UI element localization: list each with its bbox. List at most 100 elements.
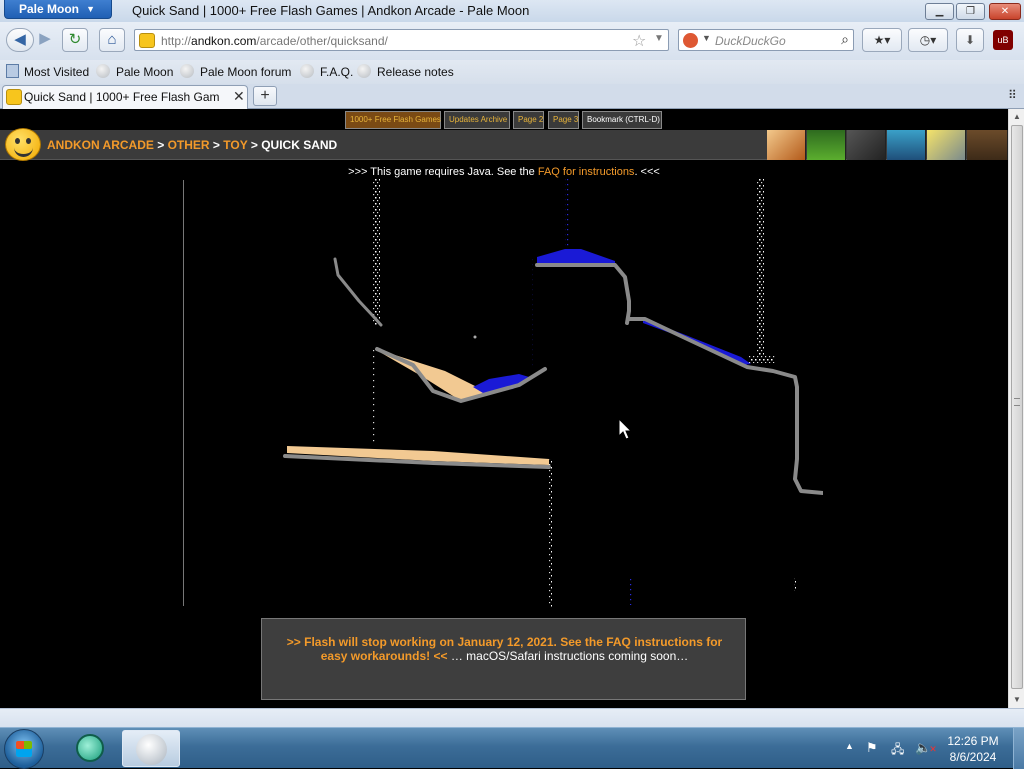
volume-muted-icon[interactable]: 🔈✕ bbox=[915, 740, 937, 756]
home-icon: ⌂ bbox=[107, 31, 117, 48]
history-menu-button[interactable]: ◷▾ bbox=[908, 28, 948, 52]
java-notice: >>> This game requires Java. See the FAQ… bbox=[0, 166, 1008, 178]
site-favicon-icon bbox=[139, 33, 155, 48]
maximize-button[interactable]: ❐ bbox=[956, 3, 985, 20]
breadcrumb: ANDKON ARCADE > OTHER > TOY > QUICK SAND bbox=[47, 138, 337, 152]
show-desktop-button[interactable] bbox=[1013, 728, 1024, 769]
history-clock-icon: ◷▾ bbox=[919, 33, 937, 47]
scroll-up-icon[interactable]: ▲ bbox=[1009, 109, 1024, 125]
home-button[interactable]: ⌂ bbox=[99, 28, 125, 52]
bookmark-label: Pale Moon forum bbox=[200, 65, 292, 79]
flash-notice-extra: … macOS/Safari instructions coming soon… bbox=[447, 649, 689, 663]
bookmark-label: Pale Moon bbox=[116, 65, 174, 79]
taskbar-clock[interactable]: 12:26 PM 8/6/2024 bbox=[935, 733, 1011, 765]
game-thumbnail[interactable] bbox=[767, 130, 806, 160]
quick-sand-game-canvas[interactable] bbox=[183, 179, 823, 607]
bookmark-release-notes[interactable]: Release notes bbox=[357, 64, 454, 79]
ublock-button[interactable]: uB bbox=[990, 28, 1016, 52]
search-placeholder: DuckDuckGo bbox=[715, 34, 786, 48]
game-thumbnail[interactable] bbox=[847, 130, 886, 160]
close-window-button[interactable]: ✕ bbox=[989, 3, 1021, 20]
bookmark-most-visited[interactable]: Most Visited bbox=[6, 64, 89, 79]
chevron-down-icon: ▼ bbox=[86, 4, 95, 14]
most-visited-icon bbox=[6, 64, 19, 78]
url-bar[interactable]: http://andkon.com/arcade/other/quicksand… bbox=[134, 29, 669, 51]
breadcrumb-toy[interactable]: TOY bbox=[223, 138, 247, 152]
nav-free-flash-games[interactable]: 1000+ Free Flash Games bbox=[345, 111, 441, 129]
clock-date: 8/6/2024 bbox=[949, 750, 997, 764]
downloads-button[interactable]: ⬇ bbox=[956, 28, 984, 52]
game-thumbnail[interactable] bbox=[807, 130, 846, 160]
vertical-scrollbar[interactable]: ▲ ▼ bbox=[1008, 109, 1024, 708]
sand-stream bbox=[373, 179, 380, 325]
minimize-button[interactable]: ▁ bbox=[925, 3, 954, 20]
bookmarks-toolbar: Most Visited Pale Moon Pale Moon forum F… bbox=[0, 60, 1024, 84]
taskbar-app-button[interactable] bbox=[64, 730, 118, 767]
tab-quick-sand[interactable]: Quick Sand | 1000+ Free Flash Games | An… bbox=[2, 85, 248, 109]
water-stream bbox=[532, 257, 534, 369]
url-dropdown-icon[interactable]: ▼ bbox=[654, 33, 664, 44]
bookmark-star-icon[interactable]: ☆ bbox=[632, 31, 646, 51]
bookmarks-menu-button[interactable]: ★▾ bbox=[862, 28, 902, 52]
breadcrumb-current: QUICK SAND bbox=[261, 138, 338, 152]
bookmarks-icon: ★▾ bbox=[873, 33, 891, 47]
forward-button[interactable]: ▶ bbox=[34, 28, 56, 52]
scrollbar-thumb[interactable] bbox=[1011, 125, 1023, 689]
flash-notice-text: >> Flash will stop working on January 12… bbox=[272, 635, 737, 663]
close-tab-icon[interactable]: ✕ bbox=[233, 88, 245, 105]
tab-title: Quick Sand | 1000+ Free Flash Games | An… bbox=[24, 90, 220, 104]
ramp-wall bbox=[627, 317, 823, 495]
faq-link[interactable]: FAQ for instructions bbox=[538, 166, 635, 178]
url-scheme: http:// bbox=[161, 34, 192, 48]
bookmark-faq[interactable]: F.A.Q. bbox=[300, 64, 353, 79]
back-arrow-icon: ◀ bbox=[14, 31, 26, 48]
new-tab-button[interactable]: + bbox=[253, 86, 277, 106]
app-menu-label: Pale Moon bbox=[19, 2, 80, 16]
nav-page-3[interactable]: Page 3 bbox=[548, 111, 579, 129]
breadcrumb-other[interactable]: OTHER bbox=[168, 138, 210, 152]
game-thumbnail[interactable] bbox=[887, 130, 926, 160]
nav-bookmark[interactable]: Bookmark (CTRL-D) bbox=[582, 111, 662, 129]
search-engine-dropdown-icon[interactable]: ▼ bbox=[702, 33, 711, 43]
taskbar-pale-moon-button[interactable] bbox=[122, 730, 180, 767]
game-thumbnail[interactable] bbox=[967, 130, 1008, 160]
tray-expand-icon[interactable]: ▲ bbox=[845, 741, 854, 751]
url-path: /arcade/other/quicksand/ bbox=[256, 34, 388, 48]
page-content: 1000+ Free Flash Games Updates Archive P… bbox=[0, 109, 1008, 708]
globe-icon bbox=[300, 64, 314, 78]
game-thumbnail[interactable] bbox=[927, 130, 966, 160]
url-text[interactable]: http://andkon.com/arcade/other/quicksand… bbox=[161, 34, 388, 48]
globe-icon bbox=[180, 64, 194, 78]
sand-stream bbox=[794, 577, 796, 591]
app-icon bbox=[76, 734, 104, 762]
smiley-logo-icon[interactable] bbox=[5, 128, 41, 161]
network-icon[interactable]: 🖧 bbox=[891, 740, 904, 761]
nav-page-2[interactable]: Page 2 bbox=[513, 111, 544, 129]
duckduckgo-icon bbox=[683, 33, 698, 48]
breadcrumb-separator: > bbox=[250, 138, 262, 152]
reload-button[interactable]: ↻ bbox=[62, 28, 88, 52]
tab-grid-icon[interactable]: ⠿ bbox=[1008, 88, 1017, 102]
back-button[interactable]: ◀ bbox=[6, 28, 34, 52]
bookmark-pale-moon[interactable]: Pale Moon bbox=[96, 64, 173, 79]
url-host: andkon.com bbox=[191, 34, 257, 48]
search-bar[interactable]: ▼ DuckDuckGo ⌕ bbox=[678, 29, 854, 51]
tab-strip: Quick Sand | 1000+ Free Flash Games | An… bbox=[0, 84, 1024, 109]
windows-taskbar: ▲ ⚑ 🖧 🔈✕ 12:26 PM 8/6/2024 bbox=[0, 727, 1024, 769]
app-menu-button[interactable]: Pale Moon ▼ bbox=[4, 0, 112, 19]
breadcrumb-home[interactable]: ANDKON ARCADE bbox=[47, 138, 154, 152]
pale-moon-icon bbox=[136, 734, 167, 765]
water-layer bbox=[537, 249, 615, 265]
clock-time: 12:26 PM bbox=[947, 734, 999, 748]
start-button[interactable] bbox=[4, 729, 44, 769]
nav-updates-archive[interactable]: Updates Archive bbox=[444, 111, 510, 129]
globe-icon bbox=[357, 64, 371, 78]
bookmark-pale-moon-forum[interactable]: Pale Moon forum bbox=[180, 64, 291, 79]
navigation-toolbar: ◀ ▶ ↻ ⌂ http://andkon.com/arcade/other/q… bbox=[0, 22, 1024, 60]
bookmark-label: Release notes bbox=[377, 65, 454, 79]
search-icon[interactable]: ⌕ bbox=[841, 31, 849, 48]
water-stream bbox=[630, 579, 632, 605]
action-center-flag-icon[interactable]: ⚑ bbox=[866, 740, 878, 756]
sand-grain bbox=[473, 335, 477, 339]
scroll-down-icon[interactable]: ▼ bbox=[1009, 692, 1024, 708]
